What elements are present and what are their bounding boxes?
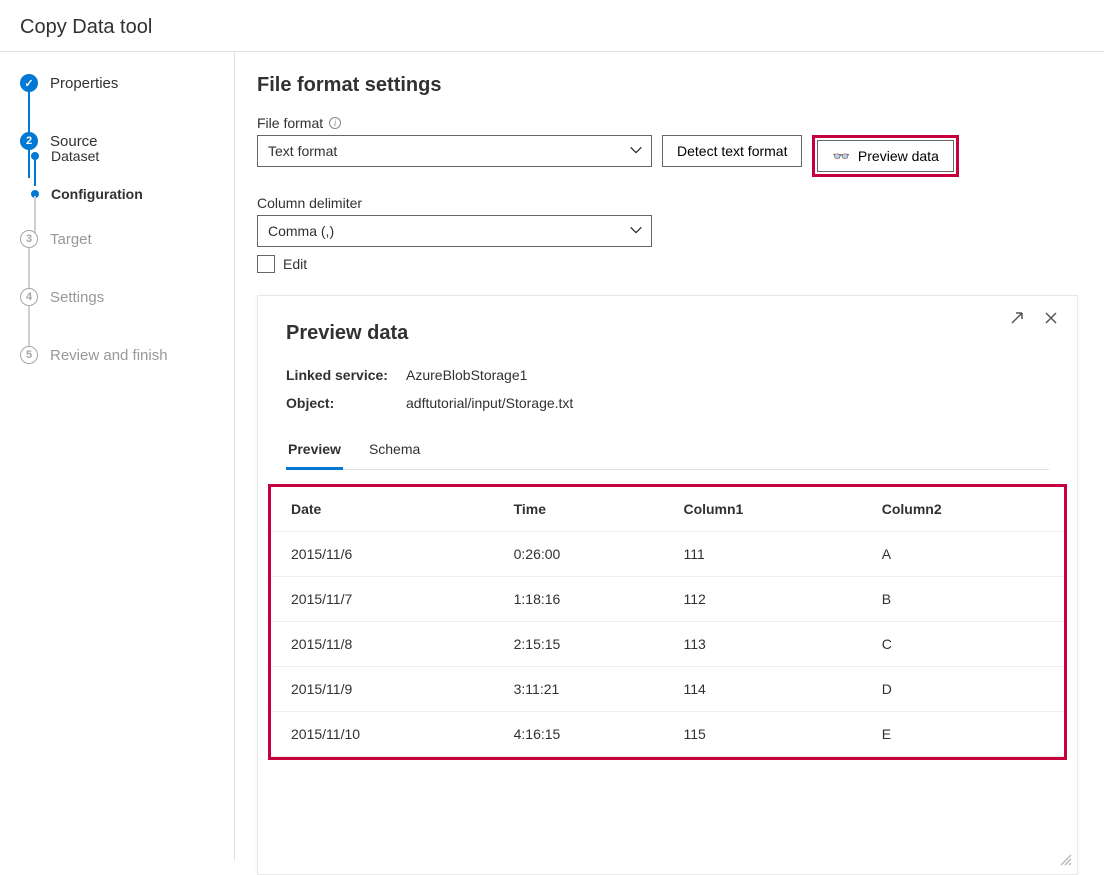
file-format-select[interactable]: Text format [257, 135, 652, 167]
glasses-icon: 👓 [832, 148, 849, 165]
chevron-down-icon [629, 223, 643, 237]
table-cell: 111 [667, 532, 865, 577]
table-cell: B [866, 577, 1064, 622]
column-header[interactable]: Column2 [866, 487, 1064, 532]
table-cell: 4:16:15 [498, 712, 668, 757]
check-icon: ✓ [20, 74, 38, 92]
step-number-icon: 4 [20, 288, 38, 306]
step-settings[interactable]: 4 Settings [20, 288, 234, 306]
table-cell: 1:18:16 [498, 577, 668, 622]
column-header[interactable]: Time [498, 487, 668, 532]
step-label: Review and finish [50, 347, 168, 364]
table-row: 2015/11/7 1:18:16 112 B [271, 577, 1064, 622]
step-number-icon: 5 [20, 346, 38, 364]
step-label: Target [50, 231, 92, 248]
table-row: 2015/11/10 4:16:15 115 E [271, 712, 1064, 757]
step-label: Source [50, 133, 98, 150]
table-cell: 114 [667, 667, 865, 712]
object-row: Object: adftutorial/input/Storage.txt [286, 395, 1049, 411]
step-number-icon: 3 [20, 230, 38, 248]
step-target[interactable]: 3 Target [20, 230, 234, 248]
linked-service-value: AzureBlobStorage1 [406, 367, 527, 383]
table-header-row: Date Time Column1 Column2 [271, 487, 1064, 532]
substep-label: Configuration [51, 186, 143, 202]
table-cell: 2:15:15 [498, 622, 668, 667]
table-cell: 2015/11/8 [271, 622, 498, 667]
edit-checkbox-label: Edit [283, 256, 307, 272]
substep-label: Dataset [51, 148, 99, 164]
preview-table: Date Time Column1 Column2 2015/11/6 0:26… [271, 487, 1064, 757]
table-row: 2015/11/6 0:26:00 111 A [271, 532, 1064, 577]
table-cell: 2015/11/10 [271, 712, 498, 757]
table-cell: 2015/11/9 [271, 667, 498, 712]
linked-service-row: Linked service: AzureBlobStorage1 [286, 367, 1049, 383]
page-title: Copy Data tool [20, 16, 1084, 39]
table-cell: 2015/11/6 [271, 532, 498, 577]
file-format-label: File format i [257, 115, 1078, 131]
step-label: Settings [50, 289, 104, 306]
page-header: Copy Data tool [0, 0, 1104, 52]
table-cell: 115 [667, 712, 865, 757]
preview-panel: Preview data Linked service: AzureBlobSt… [257, 295, 1078, 875]
step-properties[interactable]: ✓ Properties [20, 74, 234, 92]
tab-schema[interactable]: Schema [367, 435, 422, 469]
table-row: 2015/11/8 2:15:15 113 C [271, 622, 1064, 667]
table-cell: 2015/11/7 [271, 577, 498, 622]
highlight-box: Date Time Column1 Column2 2015/11/6 0:26… [268, 484, 1067, 760]
column-header[interactable]: Column1 [667, 487, 865, 532]
wizard-sidebar: ✓ Properties 2 Source Dataset Configurat… [0, 52, 235, 861]
table-cell: 0:26:00 [498, 532, 668, 577]
substep-dataset[interactable]: Dataset [26, 148, 234, 164]
preview-data-button[interactable]: 👓 Preview data [817, 140, 953, 172]
column-delimiter-label: Column delimiter [257, 195, 1078, 211]
column-delimiter-select[interactable]: Comma (,) [257, 215, 652, 247]
panel-tabs: Preview Schema [286, 435, 1049, 470]
object-value: adftutorial/input/Storage.txt [406, 395, 573, 411]
select-value: Text format [268, 143, 337, 159]
table-cell: C [866, 622, 1064, 667]
highlight-box: 👓 Preview data [812, 135, 958, 177]
step-review[interactable]: 5 Review and finish [20, 346, 234, 364]
panel-title: Preview data [286, 322, 1049, 345]
main-content: File format settings File format i Text … [235, 52, 1104, 861]
column-header[interactable]: Date [271, 487, 498, 532]
table-cell: D [866, 667, 1064, 712]
expand-icon[interactable] [1009, 310, 1025, 326]
chevron-down-icon [629, 143, 643, 157]
step-connector [28, 94, 30, 132]
step-connector [28, 248, 30, 288]
resize-handle-icon[interactable] [1059, 853, 1073, 870]
table-cell: 113 [667, 622, 865, 667]
edit-checkbox[interactable] [257, 255, 275, 273]
table-cell: A [866, 532, 1064, 577]
table-cell: 3:11:21 [498, 667, 668, 712]
step-label: Properties [50, 75, 118, 92]
tab-preview[interactable]: Preview [286, 435, 343, 470]
close-icon[interactable] [1043, 310, 1059, 326]
select-value: Comma (,) [268, 223, 334, 239]
table-cell: E [866, 712, 1064, 757]
table-row: 2015/11/9 3:11:21 114 D [271, 667, 1064, 712]
substep-configuration[interactable]: Configuration [26, 186, 234, 202]
section-title: File format settings [257, 74, 1078, 97]
table-cell: 112 [667, 577, 865, 622]
detect-format-button[interactable]: Detect text format [662, 135, 802, 167]
info-icon[interactable]: i [329, 117, 341, 129]
step-connector [28, 306, 30, 346]
step-connector [34, 158, 36, 186]
